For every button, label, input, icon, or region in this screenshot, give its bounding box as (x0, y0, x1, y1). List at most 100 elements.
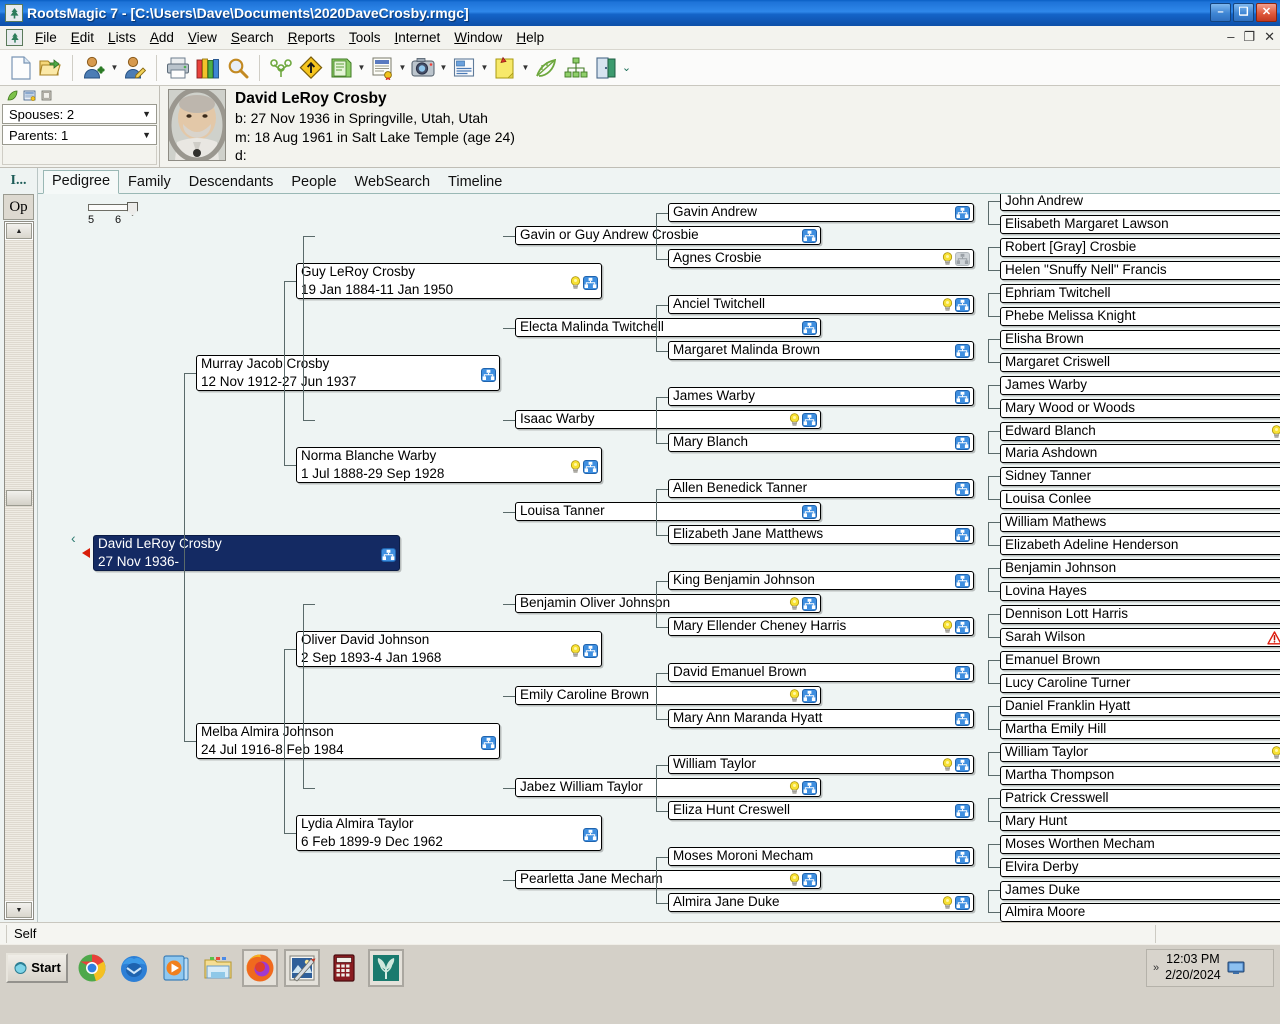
pedigree-person-box[interactable]: Phebe Melissa Knight (1000, 307, 1280, 326)
pedigree-person-box[interactable]: Lydia Almira Taylor 6 Feb 1899-9 Dec 1962 (296, 815, 602, 851)
taskbar-firefox-icon[interactable] (242, 948, 278, 987)
menu-item-view[interactable]: View (181, 28, 224, 47)
pedigree-person-box[interactable]: Elisabeth Margaret Lawson (1000, 215, 1280, 234)
mdi-minimize-button[interactable]: – (1227, 29, 1234, 45)
pedigree-person-box[interactable]: Lovina Hayes (1000, 582, 1280, 601)
menu-item-search[interactable]: Search (224, 28, 281, 47)
menu-item-lists[interactable]: Lists (101, 28, 143, 47)
close-button[interactable]: ✕ (1256, 3, 1277, 22)
pedigree-person-box[interactable]: David Emanuel Brown (668, 663, 974, 682)
open-file-icon[interactable] (36, 53, 66, 83)
taskbar-file-explorer-icon[interactable] (200, 949, 236, 987)
menu-item-add[interactable]: Add (143, 28, 181, 47)
pedigree-person-box[interactable]: Maria Ashdown (1000, 444, 1280, 463)
pedigree-person-box[interactable]: Margaret Criswell (1000, 353, 1280, 372)
spouses-dropdown[interactable]: Spouses: 2 ▼ (2, 104, 157, 124)
pedigree-person-box[interactable]: Robert [Gray] Crosbie (1000, 238, 1280, 257)
slider-thumb[interactable] (127, 202, 138, 216)
scroll-down-button[interactable]: ▼ (6, 902, 32, 918)
menu-item-file[interactable]: File (28, 28, 64, 47)
leaf-icon[interactable] (5, 88, 19, 102)
scroll-up-button[interactable]: ▲ (6, 223, 32, 239)
pedigree-person-box[interactable]: Helen "Snuffy Nell" Francis (1000, 261, 1280, 280)
pedigree-person-box[interactable]: Martha Thompson (1000, 766, 1280, 785)
pedigree-person-box[interactable]: Mary Ellender Cheney Harris (668, 617, 974, 636)
problem-alert-icon[interactable] (296, 53, 326, 83)
pedigree-person-box[interactable]: Almira Moore (1000, 903, 1280, 922)
start-button[interactable]: Start (6, 952, 68, 983)
pedigree-person-box[interactable]: William Taylor (1000, 743, 1280, 762)
pedigree-person-box[interactable]: Melba Almira Johnson 24 Jul 1916-8 Feb 19… (196, 723, 500, 759)
menu-item-internet[interactable]: Internet (387, 28, 447, 47)
toolbar-dropdown-arrow[interactable]: ▼ (479, 53, 490, 83)
pedigree-person-box[interactable]: Eliza Hunt Creswell (668, 801, 974, 820)
notes-icon[interactable] (326, 53, 356, 83)
pedigree-person-box[interactable]: Mary Blanch (668, 433, 974, 452)
pedigree-person-box[interactable]: Electa Malinda Twitchell (515, 318, 821, 337)
pedigree-person-box[interactable]: William Mathews (1000, 513, 1280, 532)
pedigree-person-box[interactable]: Mary Ann Maranda Hyatt (668, 709, 974, 728)
pedigree-person-box[interactable]: Louisa Tanner (515, 502, 821, 521)
collapse-chevron-icon[interactable]: ‹ (71, 531, 76, 545)
note-sticky-icon[interactable] (490, 53, 520, 83)
family-tree-share-icon[interactable] (561, 53, 591, 83)
pedigree-person-box[interactable]: Gavin Andrew (668, 203, 974, 222)
pedigree-person-box[interactable]: Elizabeth Adeline Henderson (1000, 536, 1280, 555)
pedigree-person-box[interactable]: James Warby (668, 387, 974, 406)
report-icon[interactable] (449, 53, 479, 83)
scrollbar-thumb[interactable] (6, 490, 32, 506)
sidebar-scrollbar[interactable]: ▲ ▼ (4, 221, 34, 920)
list-icon[interactable] (22, 88, 36, 102)
scrollbar-track[interactable] (5, 240, 33, 901)
books-icon[interactable] (193, 53, 223, 83)
toolbar-dropdown-arrow[interactable]: ▼ (397, 53, 408, 83)
pedigree-person-box[interactable]: Almira Jane Duke (668, 893, 974, 912)
pedigree-person-box[interactable]: Pearletta Jane Mecham (515, 870, 821, 889)
pedigree-person-box[interactable]: Elisha Brown (1000, 330, 1280, 349)
pedigree-person-box[interactable]: King Benjamin Johnson (668, 571, 974, 590)
mdi-restore-button[interactable]: ❐ (1243, 29, 1255, 45)
menu-item-tools[interactable]: Tools (342, 28, 388, 47)
pedigree-tree-icon[interactable] (266, 53, 296, 83)
menu-item-help[interactable]: Help (509, 28, 551, 47)
certificate-source-icon[interactable] (367, 53, 397, 83)
pedigree-person-box[interactable]: James Duke (1000, 881, 1280, 900)
pedigree-person-box[interactable]: Emily Caroline Brown (515, 686, 821, 705)
pedigree-person-box[interactable]: Patrick Cresswell (1000, 789, 1280, 808)
pedigree-person-box[interactable]: Agnes Crosbie (668, 249, 974, 268)
pedigree-person-box[interactable]: James Warby (1000, 376, 1280, 395)
pedigree-person-box[interactable]: Moses Worthen Mecham (1000, 835, 1280, 854)
pedigree-person-box[interactable]: Edward Blanch (1000, 422, 1280, 441)
edit-person-icon[interactable] (120, 53, 150, 83)
exit-door-icon[interactable] (591, 53, 621, 83)
pedigree-person-box[interactable]: Murray Jacob Crosby 12 Nov 1912-27 Jun 19… (196, 355, 500, 391)
menu-item-reports[interactable]: Reports (281, 28, 342, 47)
pedigree-person-box[interactable]: Elizabeth Jane Matthews (668, 525, 974, 544)
tab-descendants[interactable]: Descendants (180, 171, 283, 194)
taskbar-media-player-icon[interactable] (158, 949, 194, 987)
pedigree-person-box[interactable]: John Andrew (1000, 194, 1280, 211)
pedigree-person-box[interactable]: Gavin or Guy Andrew Crosbie (515, 226, 821, 245)
slider-track[interactable] (88, 202, 138, 216)
menu-item-edit[interactable]: Edit (64, 28, 101, 47)
tab-timeline[interactable]: Timeline (439, 171, 511, 194)
leaf-hints-icon[interactable] (531, 53, 561, 83)
pedigree-person-box[interactable]: Ephriam Twitchell (1000, 284, 1280, 303)
tab-pedigree[interactable]: Pedigree (43, 170, 120, 194)
pedigree-person-box[interactable]: Emanuel Brown (1000, 651, 1280, 670)
pedigree-person-box[interactable]: William Taylor (668, 755, 974, 774)
pedigree-person-box[interactable]: Jabez William Taylor (515, 778, 821, 797)
pedigree-person-box[interactable]: Anciel Twitchell (668, 295, 974, 314)
pedigree-person-box[interactable]: David LeRoy Crosby 27 Nov 1936- (93, 535, 400, 571)
menu-item-window[interactable]: Window (447, 28, 509, 47)
pedigree-canvas[interactable]: 5 6 David LeRoy Crosby 27 Nov 1936- ‹ Murra… (38, 194, 1280, 922)
mdi-close-button[interactable]: ✕ (1264, 29, 1275, 45)
pedigree-person-box[interactable]: Mary Wood or Woods (1000, 399, 1280, 418)
sidebar-index-tab[interactable]: I... (0, 168, 37, 194)
print-icon[interactable] (163, 53, 193, 83)
pedigree-person-box[interactable]: Sidney Tanner (1000, 467, 1280, 486)
pedigree-person-box[interactable]: Moses Moroni Mecham (668, 847, 974, 866)
toolbar-dropdown-arrow[interactable]: ▼ (520, 53, 531, 83)
person-portrait-photo[interactable] (168, 89, 226, 161)
add-person-icon[interactable] (79, 53, 109, 83)
